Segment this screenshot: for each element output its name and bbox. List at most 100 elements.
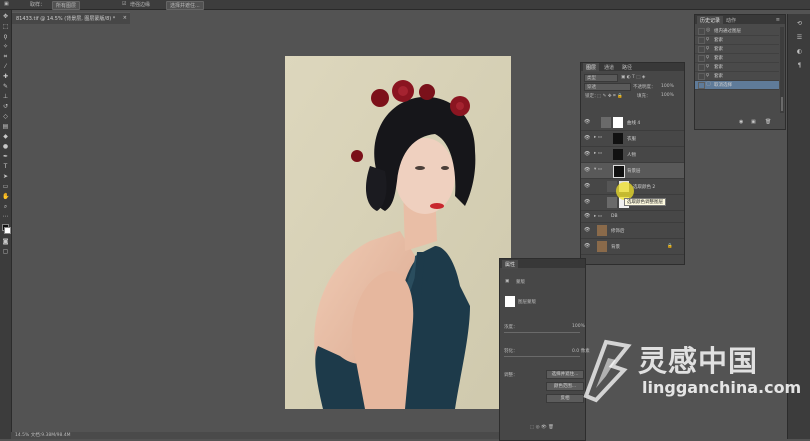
density-value[interactable]: 100% — [572, 324, 585, 329]
gradient-tool-icon[interactable]: ▤ — [2, 123, 9, 130]
tab-actions[interactable]: 动作 — [723, 16, 739, 25]
properties-icon[interactable]: ☰ — [796, 34, 803, 41]
visibility-eye-icon[interactable]: 👁 — [584, 227, 590, 233]
layer-mask-thumbnail[interactable] — [613, 165, 625, 178]
layer-name: 曲线 4 — [627, 121, 641, 126]
visibility-eye-icon[interactable]: 👁 — [584, 183, 590, 189]
document-tab[interactable]: 81433.tif @ 14.5% (背景层, 图层蒙版/8) * × — [12, 12, 130, 24]
type-tool-icon[interactable]: T — [2, 163, 9, 170]
panel-menu-icon[interactable]: ≡ — [773, 16, 783, 24]
hand-tool-icon[interactable]: ✋ — [2, 193, 9, 200]
visibility-eye-icon[interactable]: 👁 — [584, 167, 590, 173]
blend-mode-label: 穿透 — [587, 85, 596, 90]
layer-mask-thumbnail[interactable] — [613, 133, 623, 144]
screen-mode-icon[interactable]: ▢ — [2, 248, 9, 255]
tab-layers[interactable]: 图层 — [583, 63, 600, 72]
history-item-selected[interactable]: ▢ 取消选择 — [695, 81, 779, 90]
fill-value[interactable]: 100% — [661, 93, 674, 98]
watermark: 灵感中国 lingganchina.com — [576, 336, 801, 412]
enhance-edge-checkbox[interactable]: ☑ — [122, 1, 126, 7]
clone-stamp-icon[interactable]: ⊥ — [2, 93, 9, 100]
adjustments-icon[interactable]: ◐ — [796, 48, 803, 55]
tab-paths[interactable]: 路径 — [619, 63, 635, 72]
layer-row[interactable]: 👁 ▸ ▭ 人物 — [581, 147, 684, 163]
brush-tool-icon[interactable]: ✎ — [2, 83, 9, 90]
canvas-image[interactable] — [285, 56, 511, 409]
layer-row[interactable]: 👁 ▸ ▭ DB — [581, 211, 684, 223]
visibility-eye-icon[interactable]: 👁 — [584, 213, 590, 219]
watermark-chinese-text: 灵感中国 — [638, 344, 759, 378]
trash-icon[interactable]: 🗑 — [765, 119, 771, 125]
eyedropper-icon[interactable]: ⁄ — [2, 63, 9, 70]
fill-label: 填充： — [637, 94, 651, 99]
visibility-eye-icon[interactable]: 👁 — [584, 199, 590, 205]
lock-icons[interactable]: ⬚ ✎ ✥ ⌗ 🔒 — [597, 93, 623, 99]
layer-row[interactable]: 👁 曲线 4 — [581, 115, 684, 131]
layer-thumbnail — [597, 241, 607, 252]
lasso-tool-icon[interactable]: ϙ — [2, 33, 9, 40]
history-item[interactable]: ϙ 套索 — [695, 63, 779, 72]
magic-wand-icon[interactable]: ✧ — [2, 43, 9, 50]
layer-mask-thumbnail[interactable] — [613, 117, 623, 128]
blur-tool-icon[interactable]: ◆ — [2, 133, 9, 140]
sample-layer-select[interactable]: 所有图层 — [52, 1, 81, 10]
group-folder-icon[interactable]: ▸ ▭ — [594, 135, 602, 140]
history-item[interactable]: ϙ 套索 — [695, 36, 779, 45]
history-item[interactable]: ◎ 组内通过图层 — [695, 27, 779, 36]
group-folder-icon[interactable]: ▾ ▭ — [594, 167, 602, 172]
group-folder-icon[interactable]: ▸ ▭ — [594, 151, 602, 156]
paragraph-icon[interactable]: ¶ — [796, 62, 803, 69]
history-item[interactable]: ϙ 套索 — [695, 54, 779, 63]
visibility-eye-icon[interactable]: 👁 — [584, 135, 590, 141]
background-color-swatch[interactable] — [4, 227, 11, 234]
layer-row[interactable]: 👁 修饰后 — [581, 223, 684, 239]
history-scroll-thumb[interactable] — [781, 97, 783, 111]
select-and-mask-top-button[interactable]: 选择并遮住... — [166, 1, 204, 10]
history-item[interactable]: ϙ 套索 — [695, 72, 779, 81]
dodge-tool-icon[interactable]: ● — [2, 143, 9, 150]
layer-mask-thumbnail[interactable] — [613, 149, 623, 160]
group-folder-icon[interactable]: ▸ ▭ — [594, 214, 602, 219]
history-panel: 历史记录 动作 ≡ ◎ 组内通过图层 ϙ 套索 ϙ 套索 ϙ 套索 ϙ 套索 ϙ 套索 ▢ 取… — [694, 14, 786, 130]
new-snapshot-icon[interactable]: ◉ — [739, 119, 743, 125]
close-icon[interactable]: × — [123, 15, 127, 21]
enhance-edge-label: 增强边缘 — [130, 2, 151, 8]
layer-row[interactable]: 👁 ▸ ▭ 衣服 — [581, 131, 684, 147]
history-brush-icon[interactable]: ↺ — [2, 103, 9, 110]
sample-label: 取样： — [30, 2, 46, 8]
quick-mask-icon[interactable]: ◙ — [2, 238, 9, 245]
layer-filter-select[interactable]: 类型 — [584, 74, 618, 82]
tool-preset-icon[interactable]: ▣ — [4, 1, 9, 7]
filter-icons[interactable]: ▣ ◐ T ⬚ ◈ — [621, 75, 645, 80]
move-tool-icon[interactable]: ✥ — [2, 13, 9, 20]
path-select-icon[interactable]: ➤ — [2, 173, 9, 180]
crop-tool-icon[interactable]: ⌗ — [2, 53, 9, 60]
healing-brush-icon[interactable]: ✚ — [2, 73, 9, 80]
eraser-tool-icon[interactable]: ◇ — [2, 113, 9, 120]
blend-mode-select[interactable]: 穿透 — [584, 83, 631, 91]
shape-tool-icon[interactable]: ▭ — [2, 183, 9, 190]
opacity-value[interactable]: 100% — [661, 84, 674, 89]
tab-history[interactable]: 历史记录 — [697, 16, 724, 25]
marquee-tool-icon[interactable]: ⬚ — [2, 23, 9, 30]
filter-kind-label: 类型 — [587, 76, 596, 81]
pen-tool-icon[interactable]: ✒ — [2, 153, 9, 160]
visibility-eye-icon[interactable]: 👁 — [584, 119, 590, 125]
edit-toolbar-icon[interactable]: ⋯ — [2, 213, 9, 220]
layer-row-selected[interactable]: 👁 ▾ ▭ 背景层 — [581, 163, 684, 179]
zoom-tool-icon[interactable]: ⌕ — [2, 203, 9, 210]
tab-channels[interactable]: 通道 — [601, 63, 617, 72]
layer-row[interactable]: 👁 背景 🔒 — [581, 239, 684, 255]
layer-mask-label: 图层蒙版 — [518, 300, 536, 305]
history-item-label: 取消选择 — [714, 83, 732, 88]
feather-slider[interactable] — [504, 356, 580, 357]
visibility-eye-icon[interactable]: 👁 — [584, 243, 590, 249]
visibility-eye-icon[interactable]: 👁 — [584, 151, 590, 157]
camera-icon[interactable]: ▣ — [751, 119, 756, 125]
document-title: 81433.tif @ 14.5% (背景层, 图层蒙版/8) * — [16, 16, 116, 22]
density-slider[interactable] — [504, 332, 580, 333]
history-item[interactable]: ϙ 套索 — [695, 45, 779, 54]
properties-footer-icons[interactable]: ⬚ ◎ 👁 🗑 — [530, 425, 554, 430]
history-icon[interactable]: ⟲ — [796, 20, 803, 27]
history-item-label: 套索 — [714, 65, 723, 70]
